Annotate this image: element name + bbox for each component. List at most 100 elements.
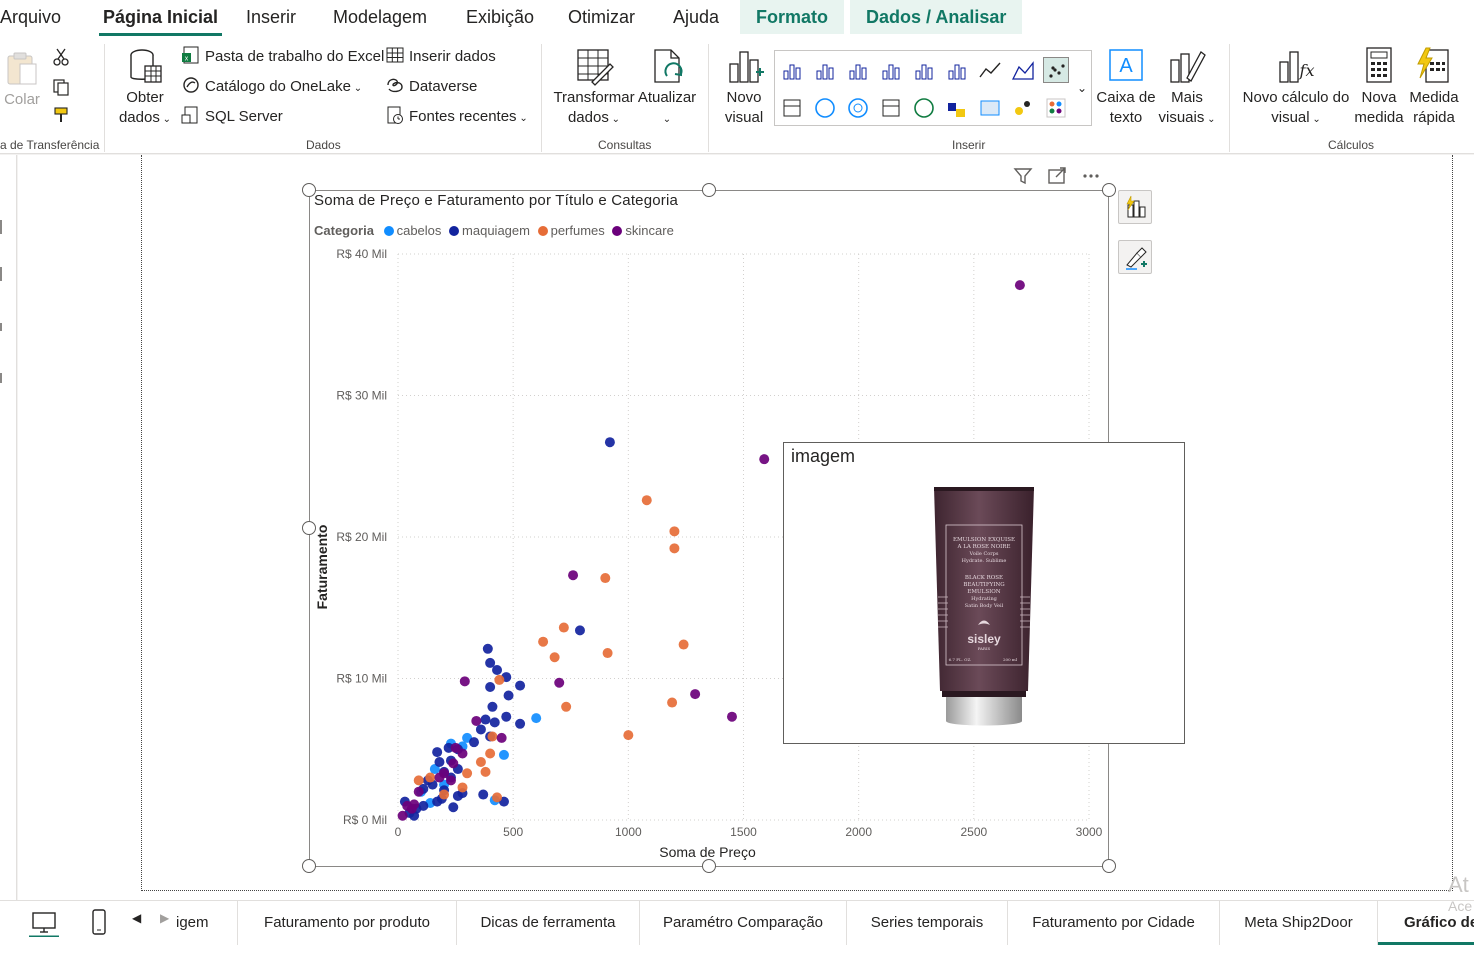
more-options-icon[interactable]: [1080, 165, 1102, 187]
ribbon-column-icon[interactable]: [911, 57, 937, 83]
scatter-point-perfumes[interactable]: [494, 674, 505, 685]
scatter-point-skincare[interactable]: [402, 800, 413, 811]
line-chart-icon[interactable]: [977, 57, 1003, 83]
scatter-point-perfumes[interactable]: [623, 730, 634, 741]
scatter-point-perfumes[interactable]: [669, 543, 680, 554]
kpi-icon[interactable]: [1010, 95, 1036, 121]
focus-mode-icon[interactable]: [1046, 165, 1068, 187]
area-chart-icon[interactable]: [1010, 57, 1036, 83]
table-view-icon[interactable]: [0, 267, 4, 281]
refresh-button[interactable]: Atualizar ⌄: [636, 46, 698, 130]
report-view-icon[interactable]: [0, 220, 4, 234]
pie-chart-icon[interactable]: [812, 95, 838, 121]
new-visual-button[interactable]: Novo visual: [720, 46, 768, 128]
resize-handle-top-right[interactable]: [1102, 183, 1116, 197]
resize-handle-left[interactable]: [302, 521, 316, 535]
scatter-point-maquiagem[interactable]: [434, 756, 445, 767]
scatter-point-skincare[interactable]: [759, 454, 770, 465]
scatter-point-skincare[interactable]: [457, 748, 468, 759]
build-visual-button[interactable]: [1118, 190, 1152, 224]
scatter-point-maquiagem[interactable]: [485, 681, 496, 692]
gallery-more-chevron-icon[interactable]: ⌄: [1077, 81, 1087, 95]
scatter-point-perfumes[interactable]: [439, 789, 450, 800]
enter-data-button[interactable]: Inserir dados: [385, 45, 496, 69]
image-icon[interactable]: [977, 95, 1003, 121]
scatter-point-skincare[interactable]: [471, 715, 482, 726]
scatter-point-skincare[interactable]: [496, 732, 507, 743]
page-tab[interactable]: igem: [176, 901, 238, 945]
scatter-point-maquiagem[interactable]: [487, 701, 498, 712]
scatter-point-maquiagem[interactable]: [489, 717, 500, 728]
scatter-point-perfumes[interactable]: [549, 652, 560, 663]
stacked-column-icon[interactable]: [878, 57, 904, 83]
page-tab[interactable]: Faturamento por Cidade: [1008, 901, 1220, 945]
scatter-point-perfumes[interactable]: [425, 772, 436, 783]
paste-button[interactable]: Colar: [0, 48, 44, 110]
scatter-point-perfumes[interactable]: [558, 622, 569, 633]
scatter-point-maquiagem[interactable]: [480, 714, 491, 725]
tabs-scroll-left-icon[interactable]: ◀: [132, 911, 141, 925]
scatter-point-perfumes[interactable]: [641, 495, 652, 506]
legend-item-maquiagem[interactable]: maquiagem: [449, 223, 530, 238]
quick-measure-button[interactable]: Medida rápida: [1406, 46, 1462, 128]
new-measure-button[interactable]: Nova medida: [1354, 46, 1404, 128]
tabs-scroll-right-icon[interactable]: ▶: [160, 911, 169, 925]
scatter-point-maquiagem[interactable]: [478, 789, 489, 800]
scatter-point-perfumes[interactable]: [492, 792, 503, 803]
desktop-view-icon[interactable]: [29, 907, 59, 937]
copy-icon[interactable]: [52, 78, 70, 96]
scatter-point-perfumes[interactable]: [457, 782, 468, 793]
legend-item-skincare[interactable]: skincare: [612, 223, 674, 238]
scatter-point-perfumes[interactable]: [487, 731, 498, 742]
scatter-point-perfumes[interactable]: [485, 748, 496, 759]
scatter-point-perfumes[interactable]: [667, 697, 678, 708]
scatter-point-maquiagem[interactable]: [501, 711, 512, 722]
dataverse-button[interactable]: Dataverse: [385, 75, 477, 99]
scatter-point-cabelos[interactable]: [498, 749, 509, 760]
resize-handle-bottom-right[interactable]: [1102, 859, 1116, 873]
resize-handle-bottom-left[interactable]: [302, 859, 316, 873]
scatter-point-perfumes[interactable]: [475, 756, 486, 767]
scatter-point-perfumes[interactable]: [561, 701, 572, 712]
cut-icon[interactable]: [52, 48, 70, 66]
filter-icon[interactable]: [1012, 165, 1034, 187]
menu-tab-pagina-inicial[interactable]: Página Inicial: [99, 0, 223, 36]
sql-server-button[interactable]: SQL Server: [181, 105, 283, 129]
card-icon[interactable]: [944, 95, 970, 121]
scatter-point-perfumes[interactable]: [600, 573, 611, 584]
scatter-point-maquiagem[interactable]: [574, 625, 585, 636]
dax-query-view-icon[interactable]: [0, 373, 4, 383]
page-tab[interactable]: Paramétro Comparação: [640, 901, 847, 945]
menu-tab-otimizar[interactable]: Otimizar: [564, 0, 639, 34]
scatter-point-skincare[interactable]: [568, 570, 579, 581]
transform-data-button[interactable]: Transformar dados ⌄: [552, 46, 636, 130]
scatter-point-maquiagem[interactable]: [448, 802, 459, 813]
scatter-point-perfumes[interactable]: [678, 639, 689, 650]
clustered-bar-icon[interactable]: [845, 57, 871, 83]
scatter-point-perfumes[interactable]: [462, 768, 473, 779]
menu-tab-formato[interactable]: Formato: [740, 0, 844, 34]
scatter-point-maquiagem[interactable]: [604, 437, 615, 448]
scatter-point-perfumes[interactable]: [480, 766, 491, 777]
resize-handle-top-left[interactable]: [302, 183, 316, 197]
menu-tab-inserir[interactable]: Inserir: [242, 0, 300, 34]
scatter-point-maquiagem[interactable]: [515, 718, 526, 729]
new-visual-calculation-button[interactable]: fx Novo cálculo do visual ⌄: [1240, 46, 1352, 130]
scatter-point-cabelos[interactable]: [531, 713, 542, 724]
scatter-point-perfumes[interactable]: [413, 775, 424, 786]
menu-tab-exibicao[interactable]: Exibição: [462, 0, 538, 34]
resize-handle-bottom[interactable]: [702, 859, 716, 873]
scatter-point-skincare[interactable]: [726, 711, 737, 722]
recent-sources-button[interactable]: Fontes recentes ⌄: [385, 105, 528, 129]
text-box-button[interactable]: A Caixa de texto: [1094, 46, 1158, 128]
scatter-point-skincare[interactable]: [413, 786, 424, 797]
scatter-point-skincare[interactable]: [459, 676, 470, 687]
map-icon[interactable]: [911, 95, 937, 121]
menu-tab-modelagem[interactable]: Modelagem: [329, 0, 431, 34]
scatter-point-skincare[interactable]: [554, 677, 565, 688]
scatter-point-maquiagem[interactable]: [432, 747, 443, 758]
format-painter-icon[interactable]: [52, 106, 70, 124]
page-tab[interactable]: Meta Ship2Door: [1220, 901, 1378, 945]
menu-tab-dados-analisar[interactable]: Dados / Analisar: [850, 0, 1023, 34]
gauge-icon[interactable]: [1043, 95, 1069, 121]
